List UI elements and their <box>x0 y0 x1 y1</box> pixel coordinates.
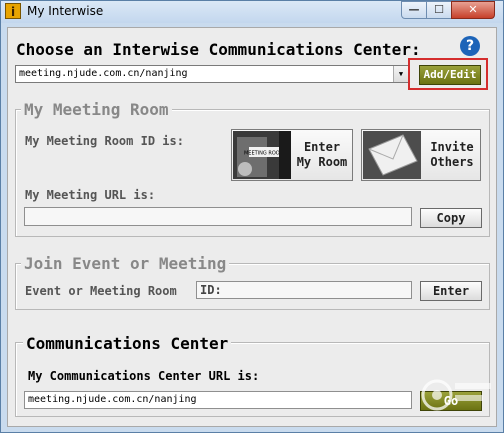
invite-others-label: Invite Others <box>430 140 474 169</box>
communications-center-legend: Communications Center <box>23 334 232 353</box>
window-title: My Interwise <box>27 4 104 18</box>
meeting-room-id-label: My Meeting Room ID is: <box>25 134 184 148</box>
minimize-button[interactable]: — <box>401 1 427 19</box>
join-enter-button[interactable]: Enter <box>420 281 482 301</box>
add-edit-button[interactable]: Add/Edit <box>419 65 481 85</box>
envelope-icon <box>363 131 421 179</box>
app-icon: i <box>5 3 21 19</box>
close-button[interactable]: ✕ <box>451 1 495 19</box>
app-window: i My Interwise — ☐ ✕ Choose an Interwise… <box>0 0 504 433</box>
center-select[interactable]: meeting.njude.com.cn/nanjing ▼ <box>15 65 409 83</box>
invite-others-button[interactable]: Invite Others <box>361 129 481 181</box>
enter-my-room-button[interactable]: MEETING ROOM Enter My Room <box>231 129 353 181</box>
event-room-label: Event or Meeting Room <box>25 284 177 298</box>
enter-my-room-label: Enter My Room <box>296 140 348 169</box>
center-url-field[interactable]: meeting.njude.com.cn/nanjing <box>24 391 412 409</box>
title-bar[interactable]: i My Interwise — ☐ ✕ <box>1 1 503 23</box>
center-url-label: My Communications Center URL is: <box>28 369 260 383</box>
help-icon[interactable]: ? <box>460 36 480 56</box>
meeting-room-legend: My Meeting Room <box>21 100 172 119</box>
center-select-value: meeting.njude.com.cn/nanjing <box>19 68 188 79</box>
door-sign-text: MEETING ROOM <box>244 151 284 157</box>
chevron-down-icon[interactable]: ▼ <box>393 66 408 82</box>
event-room-id-field[interactable]: ID: <box>196 281 412 299</box>
meeting-url-field[interactable] <box>24 207 412 226</box>
meeting-room-door-icon: MEETING ROOM <box>233 131 291 179</box>
copy-button[interactable]: Copy <box>420 208 482 228</box>
join-event-legend: Join Event or Meeting <box>21 254 230 273</box>
maximize-button[interactable]: ☐ <box>426 1 452 19</box>
go-button[interactable]: Go <box>420 391 482 411</box>
meeting-url-label: My Meeting URL is: <box>25 188 156 202</box>
choose-center-heading: Choose an Interwise Communications Cente… <box>16 40 421 59</box>
